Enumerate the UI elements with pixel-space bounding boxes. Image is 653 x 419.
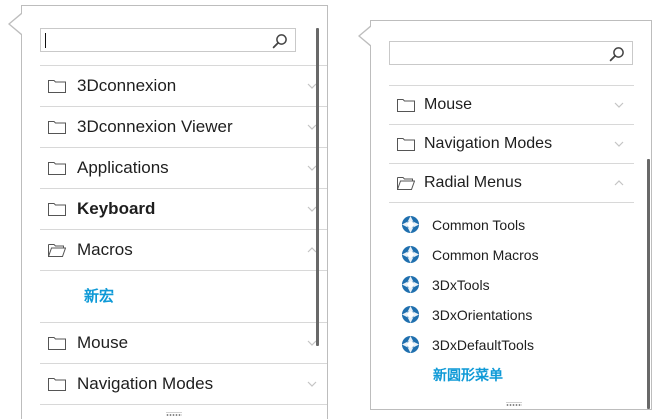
item-label: Radial Menus <box>424 174 522 191</box>
radial-menu-item[interactable]: 3DxDefaultTools <box>401 335 621 355</box>
list-item-mouse[interactable]: Mouse <box>40 323 327 364</box>
list-item-applications[interactable]: Applications <box>40 148 327 189</box>
macros-submenu: 新宏 <box>40 271 327 323</box>
radial-menu-label: Common Tools <box>432 217 526 233</box>
folder-icon <box>48 80 66 93</box>
radial-menu-icon <box>401 275 420 294</box>
list-item-mouse[interactable]: Mouse <box>389 85 634 125</box>
radial-menu-item[interactable]: Common Macros <box>401 245 621 265</box>
list-item-macros[interactable]: Macros <box>40 230 327 271</box>
item-label: 3Dconnexion Viewer <box>77 117 233 136</box>
category-list: Mouse Navigation Modes Radial Menus <box>389 85 634 203</box>
item-label: Macros <box>77 240 133 259</box>
folder-open-icon <box>48 244 66 257</box>
category-list: 3Dconnexion 3Dconnexion Viewer Applicati… <box>40 65 327 405</box>
radial-menu-label: Common Macros <box>432 247 539 263</box>
radial-menu-icon <box>401 245 420 264</box>
radial-menu-item[interactable]: 3DxTools <box>401 275 621 295</box>
left-settings-panel: 3Dconnexion 3Dconnexion Viewer Applicati… <box>21 5 328 419</box>
item-label: Navigation Modes <box>77 374 214 393</box>
resize-grip[interactable] <box>506 402 522 407</box>
radial-menu-item[interactable]: Common Tools <box>401 215 621 235</box>
resize-grip[interactable] <box>166 412 182 417</box>
scrollbar[interactable] <box>647 159 650 409</box>
folder-icon <box>48 203 66 216</box>
radial-menu-label: 3DxDefaultTools <box>432 337 534 353</box>
item-label: Navigation Modes <box>424 135 553 152</box>
radial-menu-icon <box>401 215 420 234</box>
radial-menu-label: 3DxTools <box>432 277 490 293</box>
search-icon[interactable] <box>272 33 288 49</box>
right-settings-panel: Mouse Navigation Modes Radial Menus Comm… <box>370 20 652 410</box>
folder-open-icon <box>397 177 415 190</box>
item-label: Mouse <box>77 333 129 352</box>
chevron-down-icon[interactable] <box>307 380 317 388</box>
panel-pointer-fill <box>360 26 372 46</box>
list-item-radial-menus[interactable]: Radial Menus <box>389 164 634 203</box>
folder-icon <box>48 337 66 350</box>
radial-menu-icon <box>401 335 420 354</box>
chevron-down-icon[interactable] <box>614 140 624 148</box>
radial-menu-item[interactable]: 3DxOrientations <box>401 305 621 325</box>
radial-menu-icon <box>401 305 420 324</box>
search-field[interactable] <box>40 28 296 52</box>
search-icon[interactable] <box>609 46 625 62</box>
item-label: Applications <box>77 158 169 177</box>
search-input[interactable] <box>394 44 602 62</box>
folder-icon <box>48 121 66 134</box>
search-input[interactable] <box>45 31 265 49</box>
radial-menu-label: 3DxOrientations <box>432 307 533 323</box>
folder-icon <box>48 378 66 391</box>
folder-icon <box>397 99 415 112</box>
list-item-navigation-modes[interactable]: Navigation Modes <box>389 125 634 164</box>
list-item-3dconnexion-viewer[interactable]: 3Dconnexion Viewer <box>40 107 327 148</box>
new-radial-menu-link[interactable]: 新圆形菜单 <box>433 365 503 385</box>
panel-pointer-fill <box>10 14 22 34</box>
new-macro-link[interactable]: 新宏 <box>84 285 114 306</box>
list-item-keyboard[interactable]: Keyboard <box>40 189 327 230</box>
folder-icon <box>48 162 66 175</box>
folder-icon <box>397 138 415 151</box>
item-label: Keyboard <box>77 199 156 218</box>
search-field[interactable] <box>389 41 633 65</box>
radial-menus-submenu: Common Tools Common Macros 3DxTools 3DxO… <box>371 203 641 393</box>
list-item-navigation-modes[interactable]: Navigation Modes <box>40 364 327 405</box>
item-label: 3Dconnexion <box>77 76 177 95</box>
chevron-up-icon[interactable] <box>614 179 624 187</box>
chevron-down-icon[interactable] <box>614 101 624 109</box>
text-cursor <box>45 33 46 48</box>
list-item-3dconnexion[interactable]: 3Dconnexion <box>40 65 327 107</box>
scrollbar[interactable] <box>316 28 319 346</box>
item-label: Mouse <box>424 96 473 113</box>
